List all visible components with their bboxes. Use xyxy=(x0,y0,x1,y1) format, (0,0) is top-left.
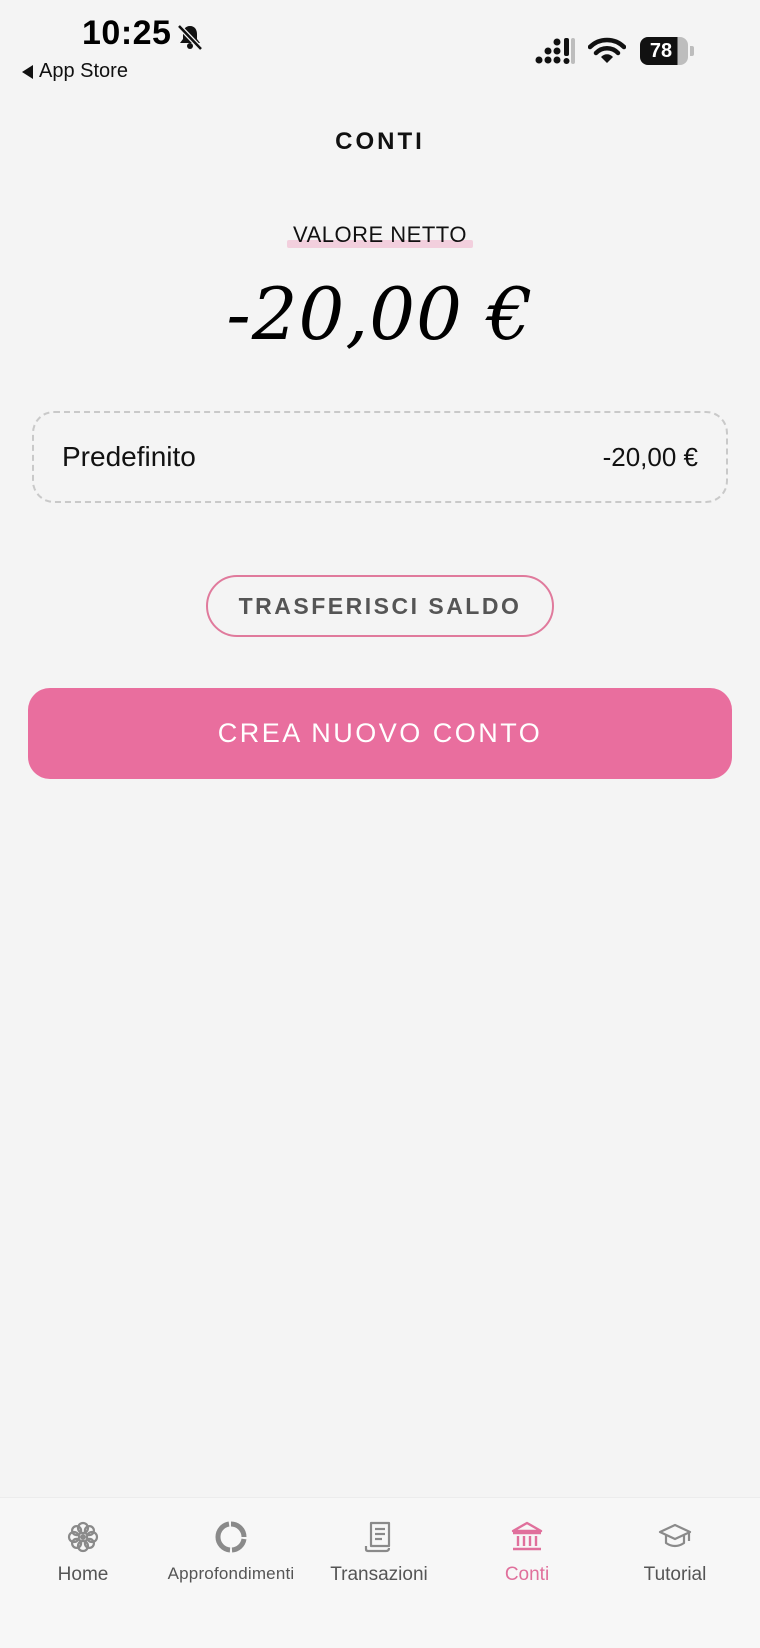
tab-label: Approfondimenti xyxy=(167,1564,295,1583)
receipt-icon xyxy=(364,1521,391,1553)
account-name: Predefinito xyxy=(62,441,196,472)
page-title: CONTI xyxy=(335,128,425,155)
bank-icon xyxy=(511,1521,543,1551)
battery-tip-icon xyxy=(690,46,694,56)
ring-chart-icon xyxy=(215,1521,247,1553)
back-triangle-icon xyxy=(22,64,33,79)
battery-level: 78 xyxy=(640,37,688,65)
flower-icon xyxy=(67,1521,99,1553)
net-value-label-wrap: VALORE NETTO xyxy=(0,222,760,248)
tab-transactions[interactable]: Transazioni xyxy=(303,1520,455,1586)
cellular-signal-icon xyxy=(535,38,575,64)
tab-accounts[interactable]: Conti xyxy=(451,1520,603,1586)
account-row[interactable]: Predefinito -20,00 € xyxy=(32,411,728,503)
net-value-label: VALORE NETTO xyxy=(287,222,473,248)
transfer-balance-button[interactable]: TRASFERISCI SALDO xyxy=(206,575,554,637)
tab-label: Home xyxy=(57,1564,109,1585)
tab-home[interactable]: Home xyxy=(7,1520,159,1586)
back-label: App Store xyxy=(39,60,128,82)
tab-label: Transazioni xyxy=(330,1564,428,1585)
battery-indicator: 78 xyxy=(640,37,696,65)
tab-tutorial[interactable]: Tutorial xyxy=(599,1520,751,1586)
tab-label: Conti xyxy=(504,1564,550,1585)
wifi-icon xyxy=(588,37,626,63)
account-balance: -20,00 € xyxy=(602,441,698,472)
create-account-button[interactable]: CREA NUOVO CONTO xyxy=(28,688,732,779)
tab-insights[interactable]: Approfondimenti xyxy=(155,1520,307,1584)
graduation-cap-icon xyxy=(658,1523,692,1548)
tab-label: Tutorial xyxy=(643,1564,707,1585)
back-to-app-store[interactable]: App Store xyxy=(22,60,128,83)
bell-muted-icon xyxy=(177,24,203,51)
bottom-tab-bar: Home Approfondimenti Transazioni Conti T… xyxy=(0,1497,760,1648)
net-value-amount: -20,00 € xyxy=(226,272,534,356)
status-time: 10:25 xyxy=(82,14,172,52)
